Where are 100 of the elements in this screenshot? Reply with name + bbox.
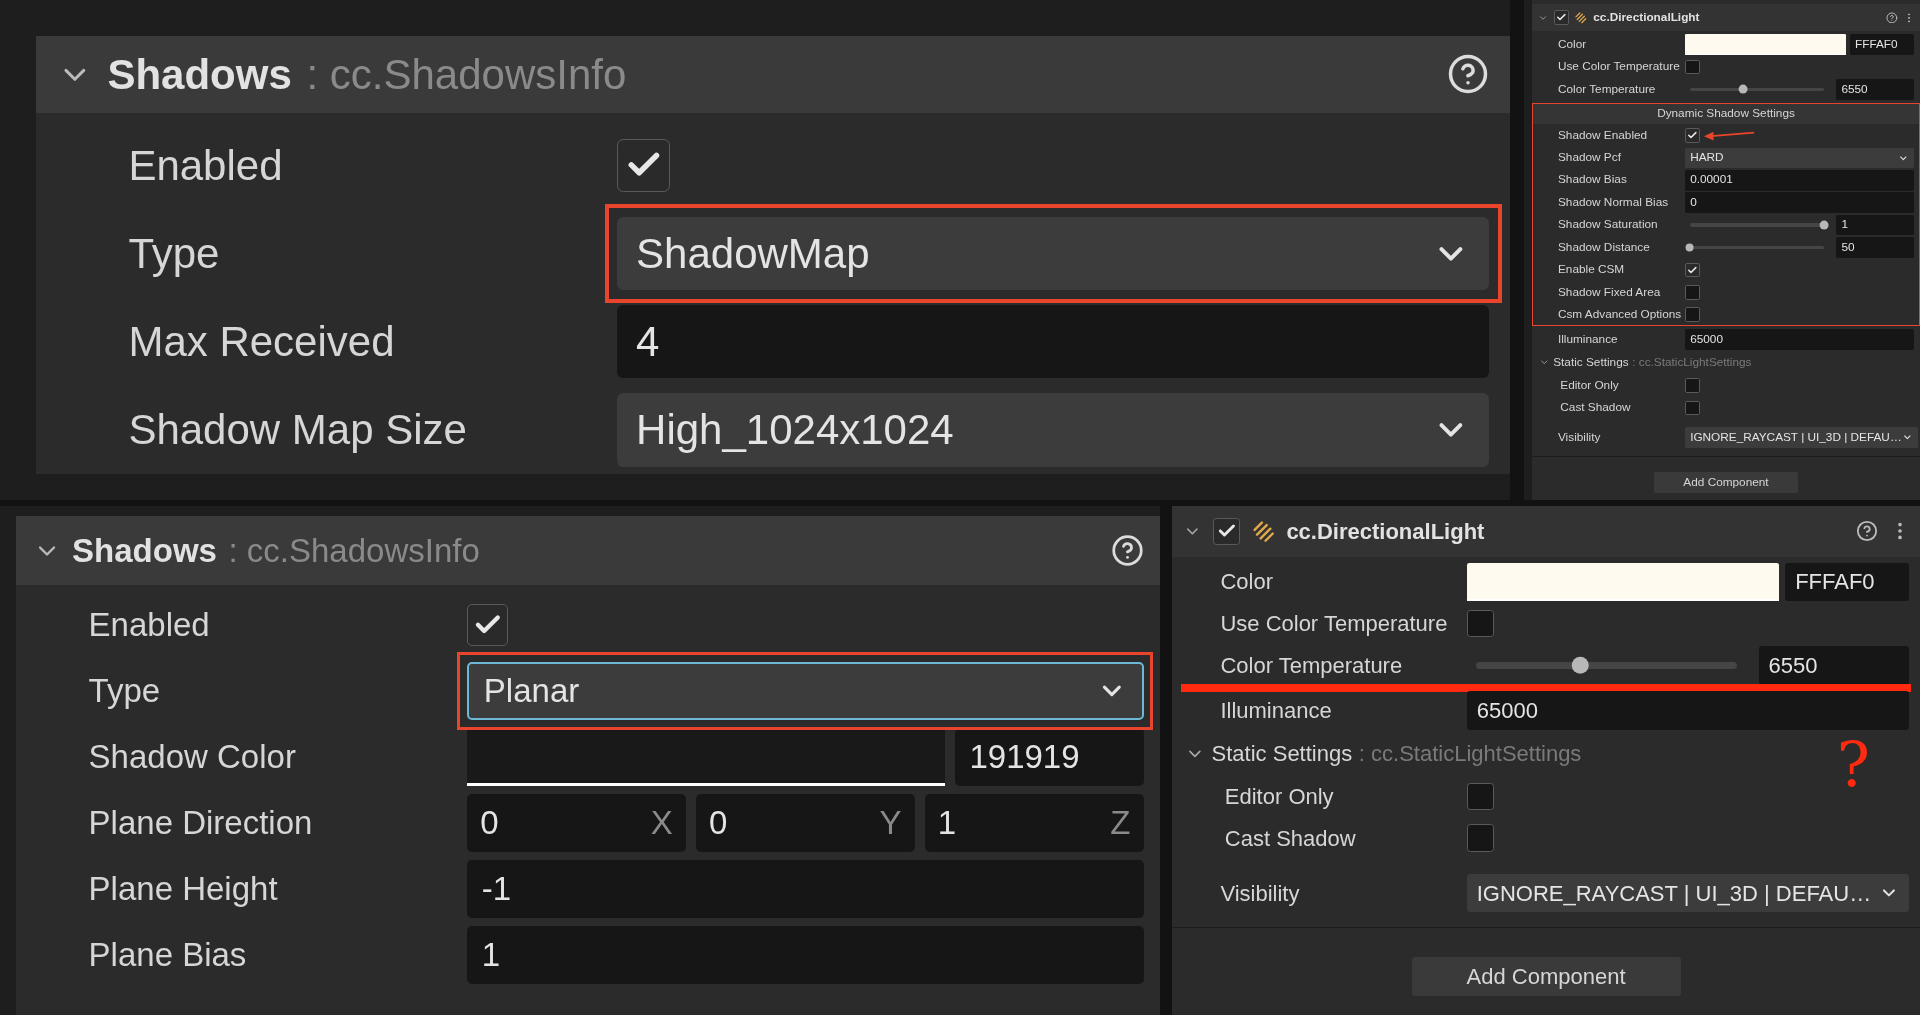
property-label: Shadow Saturation: [1557, 217, 1658, 232]
help-icon[interactable]: [1856, 520, 1879, 543]
dropdown[interactable]: ShadowMap: [617, 216, 1489, 291]
property-label: Plane Bias: [88, 936, 247, 974]
property-label: Shadow Bias: [1557, 172, 1627, 187]
color-swatch[interactable]: [1466, 562, 1779, 602]
vector-field[interactable]: 0 Y: [695, 794, 915, 852]
checkbox[interactable]: [1212, 517, 1241, 546]
help-icon[interactable]: [1885, 11, 1898, 24]
dropdown[interactable]: Planar: [467, 662, 1144, 720]
number-field[interactable]: 65000: [1684, 329, 1915, 350]
property-label: Shadow Map Size: [128, 406, 467, 454]
slider-thumb[interactable]: [1571, 657, 1589, 674]
number-field[interactable]: 0.00001: [1684, 170, 1915, 191]
number-field[interactable]: 65000: [1466, 691, 1909, 730]
vector-field[interactable]: 0 X: [467, 794, 686, 852]
property-label: Shadow Distance: [1557, 239, 1650, 254]
property-label: Use Color Temperature: [1220, 611, 1448, 637]
property-label: Shadow Fixed Area: [1557, 284, 1661, 299]
light-icon: [1574, 11, 1588, 25]
number-field[interactable]: 6550: [1758, 646, 1909, 685]
slider-thumb[interactable]: [1739, 85, 1748, 94]
number-field[interactable]: 1: [1836, 214, 1915, 236]
help-icon[interactable]: [1447, 53, 1489, 96]
section-type: : cc.ShadowsInfo: [228, 530, 480, 571]
section-type: : cc.ShadowsInfo: [306, 49, 627, 100]
hex-field[interactable]: FFFAF0: [1785, 562, 1909, 602]
group-header: Dynamic Shadow Settings: [1532, 103, 1920, 125]
checkbox[interactable]: [1466, 824, 1495, 852]
slider-thumb[interactable]: [1819, 220, 1829, 230]
checkbox[interactable]: [617, 139, 670, 192]
dropdown[interactable]: IGNORE_RAYCAST | UI_3D | DEFAU…: [1466, 873, 1909, 913]
section-title[interactable]: Static Settings: [1211, 737, 1353, 770]
section-type: : cc.StaticLightSettings: [1632, 353, 1752, 371]
property-label: Type: [128, 230, 220, 278]
component-title: cc.DirectionalLight: [1286, 517, 1485, 546]
property-label: Illuminance: [1220, 698, 1332, 724]
light-icon: [1251, 519, 1276, 544]
property-label: Enable CSM: [1557, 262, 1625, 277]
property-label: Illuminance: [1557, 331, 1618, 346]
section-title: Shadows: [107, 49, 292, 100]
property-label: Color Temperature: [1557, 81, 1656, 96]
checkbox[interactable]: [1684, 262, 1700, 278]
add-component-button[interactable]: Add Component: [1411, 956, 1681, 997]
property-label: Use Color Temperature: [1557, 59, 1680, 74]
check-icon: [1686, 264, 1698, 276]
property-label: Editor Only: [1560, 377, 1619, 392]
help-icon[interactable]: [1110, 534, 1144, 568]
property-label: Shadow Enabled: [1557, 127, 1648, 142]
hex-field[interactable]: 191919: [954, 728, 1144, 786]
number-field[interactable]: 4: [617, 304, 1489, 379]
checkbox[interactable]: [1466, 782, 1495, 811]
dropdown[interactable]: HARD: [1684, 147, 1915, 169]
hex-field[interactable]: FFFAF0: [1849, 34, 1915, 55]
component-title: cc.DirectionalLight: [1593, 8, 1700, 26]
property-label: Type: [88, 672, 161, 710]
color-swatch[interactable]: [467, 728, 945, 786]
property-label: Color: [1220, 569, 1273, 595]
checkbox[interactable]: [467, 604, 509, 646]
property-label: Plane Direction: [88, 804, 313, 842]
property-label: Shadow Normal Bias: [1557, 194, 1669, 209]
checkbox[interactable]: [1684, 400, 1700, 416]
property-label: Csm Advanced Options: [1557, 306, 1682, 321]
property-label: Enabled: [88, 606, 210, 644]
vector-field[interactable]: 1 Z: [924, 794, 1144, 852]
checkbox[interactable]: [1684, 307, 1700, 323]
property-label: Visibility: [1220, 880, 1300, 906]
annotation-text: ?: [1836, 734, 1870, 796]
section-title: Shadows: [72, 530, 217, 571]
property-label: Shadow Color: [88, 738, 296, 776]
check-icon: [1686, 130, 1698, 141]
checkbox[interactable]: [1684, 59, 1700, 75]
property-label: Color: [1557, 36, 1587, 51]
property-label: Plane Height: [88, 870, 278, 908]
number-field[interactable]: 50: [1836, 237, 1915, 258]
add-component-button[interactable]: Add Component: [1653, 472, 1799, 494]
property-label: Editor Only: [1224, 783, 1334, 809]
checkbox[interactable]: [1553, 10, 1569, 25]
checkbox[interactable]: [1684, 378, 1700, 393]
property-label: Visibility: [1557, 429, 1601, 444]
property-label: Shadow Pcf: [1557, 150, 1621, 165]
color-swatch[interactable]: [1684, 34, 1847, 55]
slider-thumb[interactable]: [1685, 243, 1694, 252]
property-label: Color Temperature: [1220, 652, 1403, 678]
section-type: : cc.StaticLightSettings: [1358, 740, 1582, 768]
number-field[interactable]: -1: [467, 860, 1144, 918]
property-label: Max Received: [128, 318, 395, 366]
section-title[interactable]: Static Settings: [1553, 353, 1629, 372]
dropdown[interactable]: IGNORE_RAYCAST | UI_3D | DEFAU…: [1684, 427, 1918, 448]
property-label: Cast Shadow: [1224, 825, 1356, 851]
number-field[interactable]: 6550: [1836, 79, 1915, 100]
number-field[interactable]: 1: [467, 926, 1144, 984]
check-icon: [1555, 12, 1567, 23]
checkbox[interactable]: [1684, 128, 1700, 143]
dropdown[interactable]: High_1024x1024: [617, 393, 1489, 467]
checkbox[interactable]: [1466, 609, 1495, 638]
checkbox[interactable]: [1684, 284, 1700, 300]
property-label: Cast Shadow: [1560, 400, 1631, 415]
number-field[interactable]: 0: [1684, 192, 1915, 214]
property-label: Enabled: [128, 141, 283, 189]
